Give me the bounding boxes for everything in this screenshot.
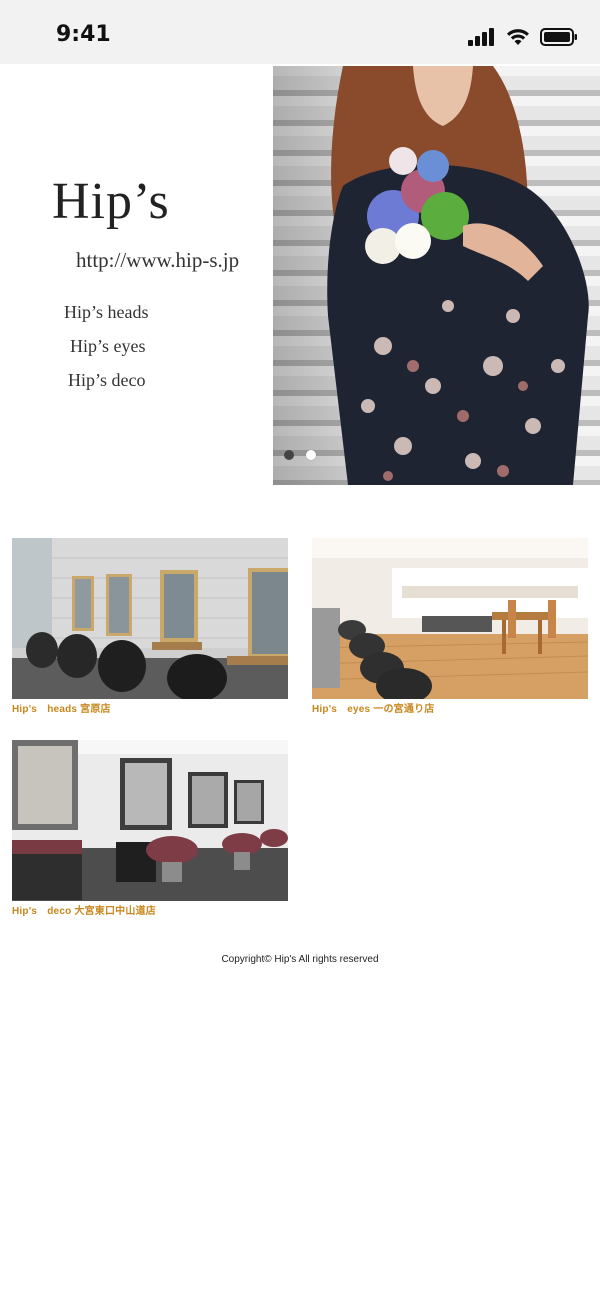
hero-model-photo[interactable] [273,66,600,485]
link-hips-eyes[interactable]: Hip’s eyes [64,330,149,364]
status-bar: 9:41 [0,0,600,64]
salon-photo-eyes [312,538,588,699]
salon-card-heads[interactable]: Hip's heads 宮原店 [12,538,288,715]
salon-photo-deco [12,740,288,901]
hero-banner: Hip’s http://www.hip-s.jp Hip’s heads Hi… [0,64,600,486]
salon-caption-deco: Hip's deco 大宮東口中山道店 [12,906,156,917]
salon-caption-heads: Hip's heads 宮原店 [12,704,111,715]
wifi-icon [507,29,529,45]
status-time: 9:41 [56,22,111,47]
brand-url-link[interactable]: http://www.hip-s.jp [76,248,239,273]
salon-card-deco[interactable]: Hip's deco 大宮東口中山道店 [12,740,288,917]
salon-card-eyes[interactable]: Hip's eyes 一の宮通り店 [312,538,588,715]
carousel-dot-1[interactable] [284,450,294,460]
carousel-dot-2[interactable] [306,450,316,460]
copyright-text: Copyright© Hip's All rights reserved [221,954,379,965]
status-icons [468,26,578,48]
battery-icon [540,28,577,46]
link-hips-heads[interactable]: Hip’s heads [64,296,149,330]
signal-icon [468,28,494,46]
salon-photo-heads [12,538,288,699]
salon-caption-eyes: Hip's eyes 一の宮通り店 [312,704,435,715]
link-hips-deco[interactable]: Hip’s deco [64,364,149,398]
brand-links: Hip’s heads Hip’s eyes Hip’s deco [64,296,149,398]
brand-title: Hip’s [52,173,170,230]
